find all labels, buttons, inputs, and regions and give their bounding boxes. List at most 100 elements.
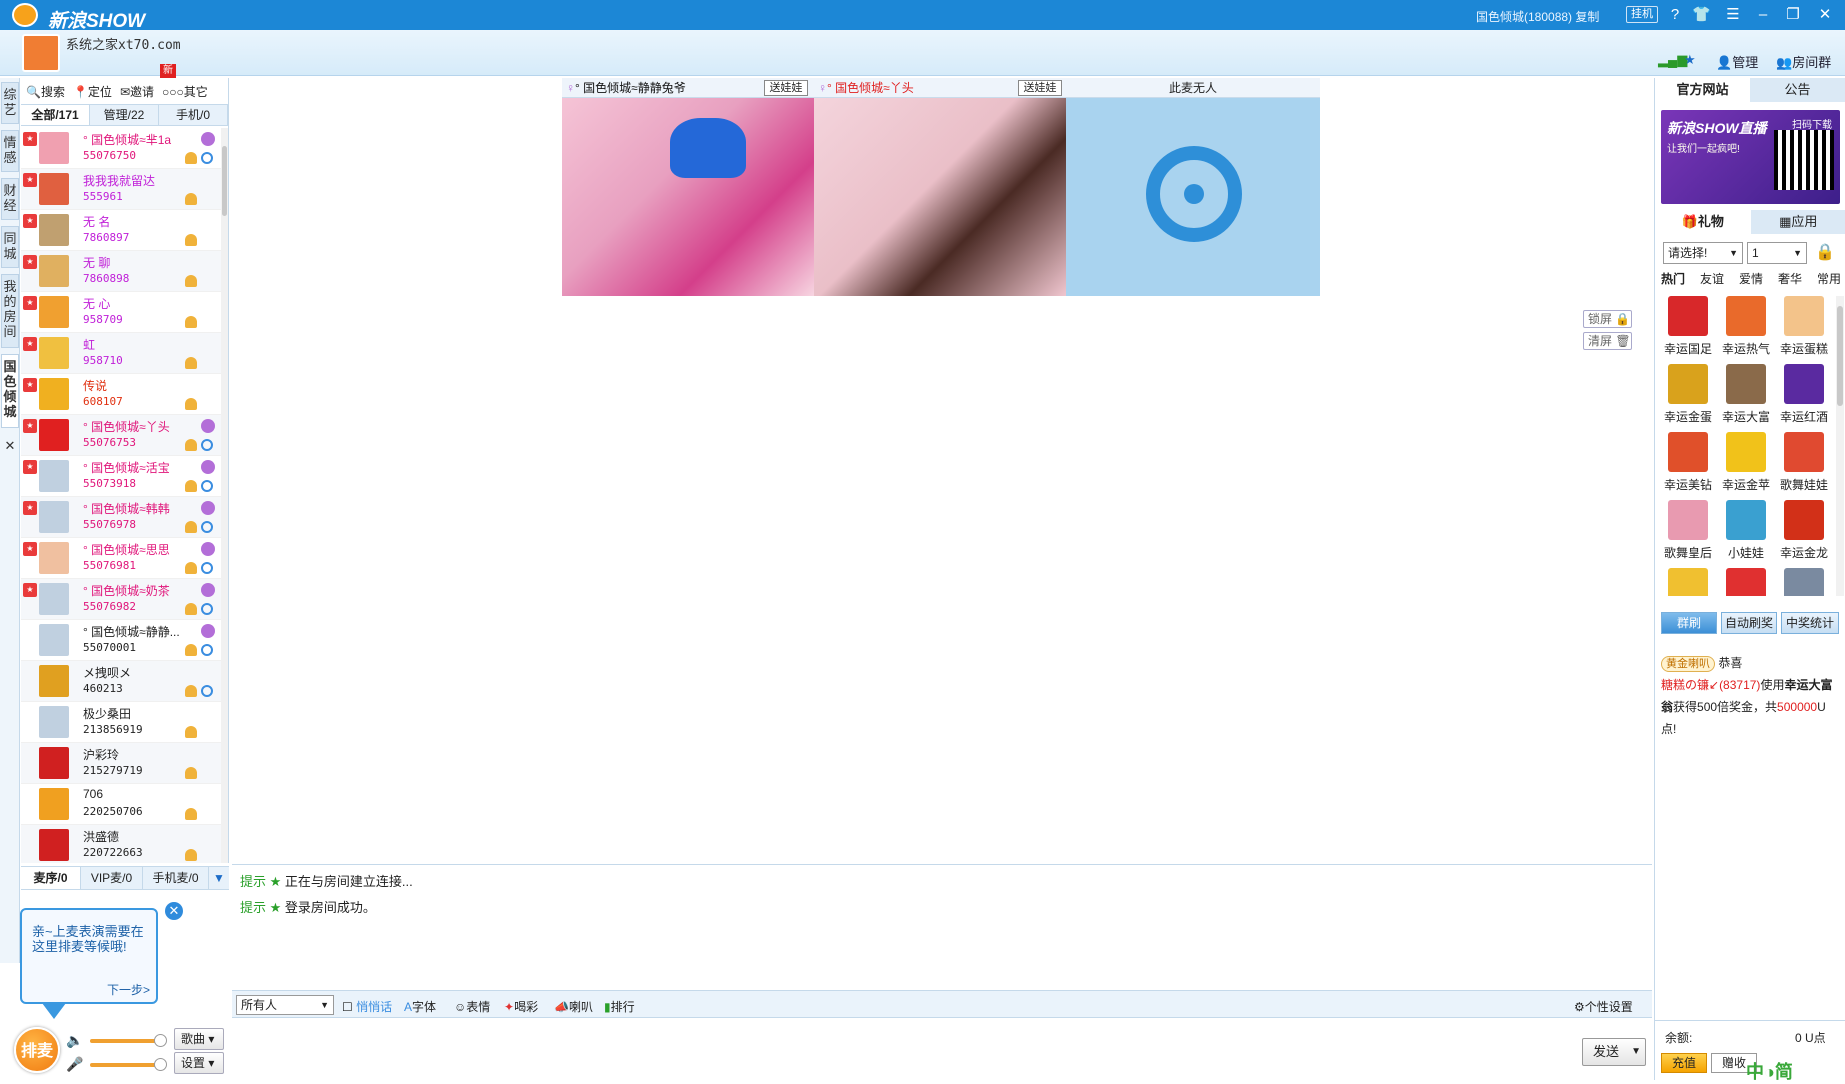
gift-item[interactable]: 歌舞娃娃: [1775, 432, 1833, 500]
recipient-select[interactable]: 请选择!▼: [1663, 242, 1743, 264]
gift-item[interactable]: [1717, 568, 1775, 596]
cat-friend[interactable]: 友谊: [1700, 270, 1724, 287]
volume-knob[interactable]: [154, 1034, 167, 1047]
cat-hot[interactable]: 热门: [1661, 270, 1685, 287]
star-icon[interactable]: ★: [1684, 52, 1696, 68]
video-user-1[interactable]: ° 国色倾城≈静静兔爷: [575, 81, 686, 95]
rank-button[interactable]: ▮排行: [604, 998, 635, 1015]
close-icon[interactable]: ✕: [165, 902, 183, 920]
tab-all-users[interactable]: 全部/171: [21, 105, 90, 125]
send-doll-button-1[interactable]: 送娃娃: [764, 80, 808, 96]
lock-icon[interactable]: 🔒: [1815, 242, 1835, 262]
user-row[interactable]: メ拽呗メ460213: [21, 661, 221, 702]
menu-icon[interactable]: ☰: [1724, 6, 1742, 24]
prize-stats-button[interactable]: 中奖统计: [1781, 612, 1839, 634]
user-row[interactable]: ★° 国色倾城≈思思55076981: [21, 538, 221, 579]
user-row[interactable]: 洪盛德220722663: [21, 825, 221, 863]
search-button[interactable]: 🔍搜索: [26, 83, 65, 100]
gift-item[interactable]: 幸运金苹: [1717, 432, 1775, 500]
help-icon[interactable]: ?: [1666, 6, 1684, 24]
tab-notice[interactable]: 公告: [1750, 78, 1845, 102]
cat-luxury[interactable]: 奢华: [1778, 270, 1802, 287]
gift-item[interactable]: 幸运金蛋: [1659, 364, 1717, 432]
avatar[interactable]: [22, 34, 60, 72]
user-row[interactable]: ★无 心958709: [21, 292, 221, 333]
clear-screen-button[interactable]: 清屏 🗑: [1583, 332, 1632, 350]
restore-icon[interactable]: ❐: [1784, 6, 1802, 24]
video-stream-2[interactable]: [814, 98, 1066, 296]
tab-current-room[interactable]: 国色倾城: [1, 354, 19, 428]
gift-item[interactable]: 幸运国足: [1659, 296, 1717, 364]
settings-button[interactable]: 设置 ▾: [174, 1052, 224, 1074]
user-row[interactable]: 706220250706: [21, 784, 221, 825]
private-checkbox[interactable]: ☐ 悄悄话: [342, 998, 392, 1015]
emoji-button[interactable]: ☺表情: [454, 998, 490, 1015]
user-row[interactable]: ★无 名7860897: [21, 210, 221, 251]
promo-banner[interactable]: 新浪SHOW直播 让我们一起疯吧! 扫码下载: [1661, 110, 1840, 204]
font-button[interactable]: A字体: [404, 998, 436, 1015]
gift-item[interactable]: [1775, 568, 1833, 596]
chevron-down-icon[interactable]: ▼: [209, 867, 229, 889]
personal-settings-button[interactable]: ⚙个性设置: [1574, 998, 1633, 1015]
shirt-icon[interactable]: 👕: [1692, 6, 1710, 24]
gift-item[interactable]: 幸运热气: [1717, 296, 1775, 364]
mic-slider[interactable]: [90, 1063, 162, 1067]
user-row[interactable]: ★我我我就留达555961: [21, 169, 221, 210]
user-row[interactable]: ★° 国色倾城≈奶茶55076982: [21, 579, 221, 620]
quantity-select[interactable]: 1▼: [1747, 242, 1807, 264]
user-row[interactable]: ★° 国色倾城≈丫头55076753: [21, 415, 221, 456]
auto-send-button[interactable]: 自动刷奖: [1721, 612, 1777, 634]
horn-button[interactable]: 📣喇叭: [554, 998, 593, 1015]
cheer-button[interactable]: ✦喝彩: [504, 998, 538, 1015]
user-row[interactable]: ° 国色倾城≈静静...55070001: [21, 620, 221, 661]
send-doll-button-2[interactable]: 送娃娃: [1018, 80, 1062, 96]
user-row[interactable]: ★° 国色倾城≈活宝55073918: [21, 456, 221, 497]
gift-scrollbar[interactable]: [1836, 296, 1844, 596]
invite-button[interactable]: ✉邀请: [120, 83, 154, 100]
video-empty-slot[interactable]: [1066, 98, 1320, 296]
user-row[interactable]: ★无 聊7860898: [21, 251, 221, 292]
tab-managers[interactable]: 管理/22: [90, 105, 159, 125]
user-row[interactable]: ★° 国色倾城≈韩韩55076978: [21, 497, 221, 538]
close-icon[interactable]: ✕: [1816, 6, 1834, 24]
message-input[interactable]: [232, 1019, 1652, 1080]
user-row[interactable]: ★° 国色倾城≈芈1a55076750: [21, 128, 221, 169]
user-list-scrollbar[interactable]: [221, 128, 228, 863]
scrollbar-thumb[interactable]: [222, 146, 227, 216]
microphone-icon[interactable]: 🎤: [66, 1056, 83, 1073]
gift-item[interactable]: 幸运大富: [1717, 364, 1775, 432]
next-step-link[interactable]: 下一步>: [107, 981, 150, 998]
gift-item[interactable]: 歌舞皇后: [1659, 500, 1717, 568]
mic-knob[interactable]: [154, 1058, 167, 1071]
cat-common[interactable]: 常用: [1817, 270, 1841, 287]
tab-vip-queue[interactable]: VIP麦/0: [81, 867, 143, 889]
chevron-down-icon[interactable]: ▼: [1631, 1039, 1641, 1065]
tab-mic-queue[interactable]: 麦序/0: [21, 867, 81, 889]
tab-mobile[interactable]: 手机/0: [159, 105, 228, 125]
user-row[interactable]: ★虹958710: [21, 333, 221, 374]
song-button[interactable]: 歌曲 ▾: [174, 1028, 224, 1050]
tab-my-room[interactable]: 我的房间: [1, 274, 19, 348]
copy-link[interactable]: 复制: [1575, 10, 1599, 24]
scrollbar-thumb[interactable]: [1837, 306, 1843, 406]
lock-screen-button[interactable]: 锁屏 🔒: [1583, 310, 1632, 328]
tab-tongcheng[interactable]: 同城: [1, 226, 19, 268]
cat-love[interactable]: 爱情: [1739, 270, 1763, 287]
tab-qinggan[interactable]: 情感: [1, 130, 19, 172]
recharge-button[interactable]: 充值: [1661, 1053, 1707, 1073]
gift-item[interactable]: 小娃娃: [1717, 500, 1775, 568]
video-stream-1[interactable]: [562, 98, 814, 296]
user-row[interactable]: ★传说608107: [21, 374, 221, 415]
target-select[interactable]: 所有人▼: [236, 995, 334, 1015]
gift-item[interactable]: 幸运美钻: [1659, 432, 1717, 500]
close-room-icon[interactable]: ✕: [1, 434, 19, 456]
minimize-icon[interactable]: –: [1754, 6, 1772, 24]
tab-caijing[interactable]: 财经: [1, 178, 19, 220]
room-group-button[interactable]: 👥房间群: [1776, 52, 1831, 71]
video-user-2[interactable]: ° 国色倾城≈丫头: [827, 81, 914, 95]
queue-mic-button[interactable]: 排麦: [14, 1027, 60, 1073]
news-user[interactable]: 糖糕の镰↙: [1661, 678, 1719, 692]
locate-button[interactable]: 📍定位: [73, 83, 112, 100]
tab-gifts[interactable]: 🎁礼物: [1655, 210, 1751, 234]
tab-official-site[interactable]: 官方网站: [1655, 78, 1750, 102]
